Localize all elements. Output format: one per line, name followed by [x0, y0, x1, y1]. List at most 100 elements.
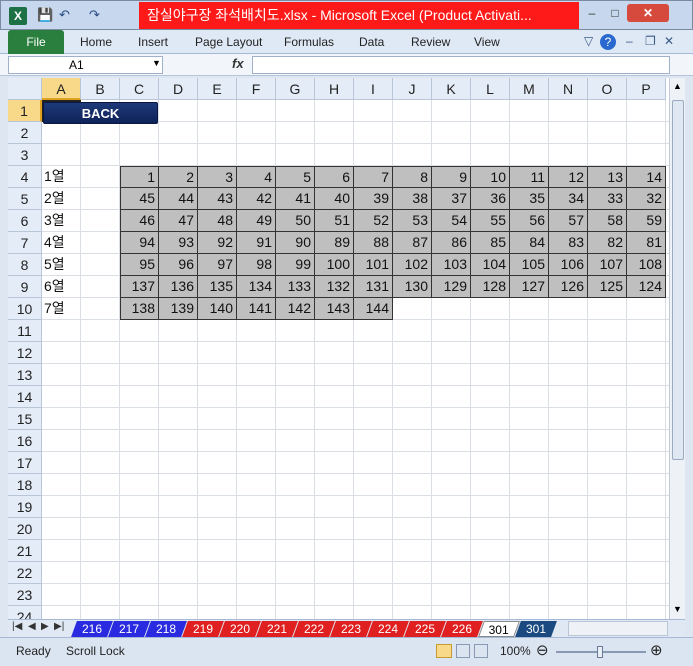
column-header-J[interactable]: J [393, 78, 432, 100]
seat-cell[interactable]: 137 [120, 276, 159, 298]
tab-review[interactable]: Review [411, 35, 450, 49]
seat-cell[interactable]: 50 [276, 210, 315, 232]
seat-cell[interactable]: 47 [159, 210, 198, 232]
seat-cell[interactable]: 88 [354, 232, 393, 254]
row-header-3[interactable]: 3 [8, 144, 42, 166]
file-tab[interactable]: File [8, 30, 64, 54]
minimize-button[interactable]: – [581, 4, 603, 22]
row-header-9[interactable]: 9 [8, 276, 42, 298]
seat-cell[interactable]: 130 [393, 276, 432, 298]
column-header-O[interactable]: O [588, 78, 627, 100]
seat-cell[interactable]: 81 [627, 232, 666, 254]
horizontal-scrollbar[interactable] [568, 621, 668, 636]
row-header-10[interactable]: 10 [8, 298, 42, 320]
sheet-tab-224[interactable]: 224 [367, 621, 409, 637]
row-header-22[interactable]: 22 [8, 562, 42, 584]
save-icon[interactable]: 💾 [37, 7, 53, 23]
sheet-tab-225[interactable]: 225 [404, 621, 446, 637]
seat-cell[interactable]: 52 [354, 210, 393, 232]
seat-cell[interactable]: 108 [627, 254, 666, 276]
seat-cell[interactable]: 140 [198, 298, 237, 320]
undo-icon[interactable]: ↶ [59, 7, 70, 23]
scroll-thumb[interactable] [672, 100, 684, 460]
sheet-tab-222[interactable]: 222 [293, 621, 335, 637]
row-header-15[interactable]: 15 [8, 408, 42, 430]
seat-cell[interactable]: 35 [510, 188, 549, 210]
row-header-16[interactable]: 16 [8, 430, 42, 452]
seat-cell[interactable]: 97 [198, 254, 237, 276]
seat-cell[interactable]: 126 [549, 276, 588, 298]
seat-cell[interactable]: 49 [237, 210, 276, 232]
row-header-19[interactable]: 19 [8, 496, 42, 518]
zoom-out-icon[interactable]: ⊖ [536, 641, 549, 659]
seat-cell[interactable]: 128 [471, 276, 510, 298]
column-header-N[interactable]: N [549, 78, 588, 100]
page-break-view-icon[interactable] [474, 644, 488, 658]
column-header-K[interactable]: K [432, 78, 471, 100]
seat-cell[interactable]: 91 [237, 232, 276, 254]
ribbon-collapse-icon[interactable]: ▽ [584, 34, 593, 48]
seat-cell[interactable]: 14 [627, 166, 666, 188]
seat-cell[interactable]: 82 [588, 232, 627, 254]
redo-icon[interactable]: ↷ [89, 7, 100, 23]
row-header-7[interactable]: 7 [8, 232, 42, 254]
seat-cell[interactable]: 1 [120, 166, 159, 188]
seat-cell[interactable]: 55 [471, 210, 510, 232]
seat-cell[interactable]: 103 [432, 254, 471, 276]
seat-cell[interactable]: 102 [393, 254, 432, 276]
tab-page-layout[interactable]: Page Layout [195, 35, 262, 49]
seat-cell[interactable]: 59 [627, 210, 666, 232]
sheet-tab-223[interactable]: 223 [330, 621, 372, 637]
seat-cell[interactable]: 42 [237, 188, 276, 210]
seat-cell[interactable]: 138 [120, 298, 159, 320]
seat-cell[interactable]: 139 [159, 298, 198, 320]
sheet-tab-221[interactable]: 221 [256, 621, 298, 637]
seat-cell[interactable]: 9 [432, 166, 471, 188]
column-header-F[interactable]: F [237, 78, 276, 100]
seat-cell[interactable]: 38 [393, 188, 432, 210]
sheet-tab-301[interactable]: 301 [478, 621, 520, 637]
workbook-close-icon[interactable]: ✕ [664, 34, 674, 48]
seat-cell[interactable]: 99 [276, 254, 315, 276]
seat-cell[interactable]: 48 [198, 210, 237, 232]
seat-cell[interactable]: 39 [354, 188, 393, 210]
row-header-13[interactable]: 13 [8, 364, 42, 386]
worksheet-grid[interactable]: A B C D E F G H I J K L M N O P 1 2 3 4 5 6 7 8 9 10 11 12 13 14 15 16 1… [8, 78, 669, 619]
seat-cell[interactable]: 133 [276, 276, 315, 298]
seat-cell[interactable]: 101 [354, 254, 393, 276]
tab-home[interactable]: Home [80, 35, 112, 49]
zoom-slider-handle[interactable] [597, 646, 603, 658]
seat-cell[interactable]: 40 [315, 188, 354, 210]
seat-cell[interactable]: 58 [588, 210, 627, 232]
insert-function-icon[interactable]: fx [232, 56, 244, 71]
row-header-14[interactable]: 14 [8, 386, 42, 408]
help-icon[interactable]: ? [600, 34, 616, 50]
seat-cell[interactable]: 8 [393, 166, 432, 188]
seat-cell[interactable]: 33 [588, 188, 627, 210]
seat-cell[interactable]: 4 [237, 166, 276, 188]
seat-cell[interactable]: 37 [432, 188, 471, 210]
first-sheet-icon[interactable]: |◀ [12, 621, 22, 632]
seat-cell[interactable]: 89 [315, 232, 354, 254]
seat-cell[interactable]: 45 [120, 188, 159, 210]
zoom-in-icon[interactable]: ⊕ [650, 641, 663, 659]
seat-cell[interactable]: 142 [276, 298, 315, 320]
seat-cell[interactable]: 127 [510, 276, 549, 298]
row-header-21[interactable]: 21 [8, 540, 42, 562]
seat-cell[interactable]: 13 [588, 166, 627, 188]
seat-cell[interactable]: 104 [471, 254, 510, 276]
workbook-restore-icon[interactable]: ❐ [645, 34, 656, 48]
row-header-24[interactable]: 24 [8, 606, 42, 619]
seat-cell[interactable]: 44 [159, 188, 198, 210]
row-header-18[interactable]: 18 [8, 474, 42, 496]
last-sheet-icon[interactable]: ▶| [54, 621, 64, 632]
seat-cell[interactable]: 86 [432, 232, 471, 254]
seat-cell[interactable]: 143 [315, 298, 354, 320]
page-layout-view-icon[interactable] [456, 644, 470, 658]
column-header-M[interactable]: M [510, 78, 549, 100]
row-header-23[interactable]: 23 [8, 584, 42, 606]
seat-cell[interactable]: 100 [315, 254, 354, 276]
seat-cell[interactable]: 12 [549, 166, 588, 188]
seat-cell[interactable]: 57 [549, 210, 588, 232]
column-header-I[interactable]: I [354, 78, 393, 100]
